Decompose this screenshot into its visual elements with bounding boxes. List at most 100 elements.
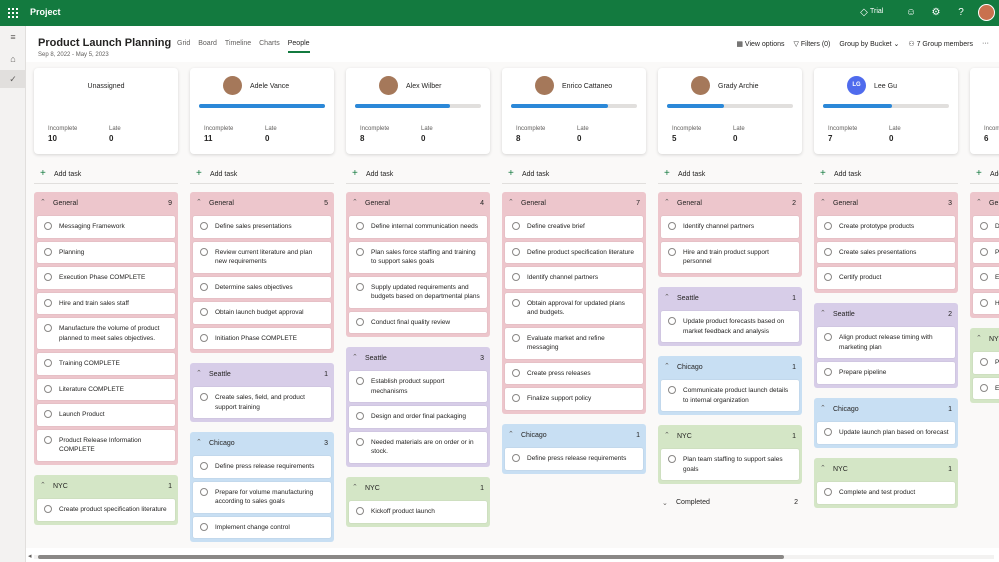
add-task-button[interactable]: + Add task [190, 166, 334, 184]
bucket-header[interactable]: ⌃ NYC 1 [349, 479, 487, 497]
task-checkbox[interactable] [824, 247, 832, 256]
task-card[interactable]: Define creative brief [505, 216, 643, 238]
tab-grid[interactable]: Grid [177, 40, 190, 53]
add-task-button[interactable]: + Add task [346, 166, 490, 184]
bucket-header[interactable]: ⌃ General 5 [193, 194, 331, 212]
task-card[interactable]: Finalize support policy [505, 388, 643, 410]
user-avatar[interactable] [978, 4, 995, 21]
task-checkbox[interactable] [356, 222, 364, 230]
task-card[interactable]: Messaging Framework [37, 216, 175, 238]
task-card[interactable]: Kickoff product launch [349, 501, 487, 523]
task-checkbox[interactable] [44, 505, 52, 513]
task-checkbox[interactable] [200, 393, 208, 401]
task-card[interactable]: Plan sales force staffing and training t… [349, 241, 487, 273]
task-card[interactable]: Identify channel partners [505, 267, 643, 289]
task-checkbox[interactable] [824, 368, 832, 376]
task-card[interactable]: Define press release requirements [193, 456, 331, 478]
chevron-up-icon[interactable]: ⌃ [820, 198, 826, 206]
chevron-up-icon[interactable]: ⌃ [664, 198, 670, 206]
bucket-header[interactable]: ⌃ Seattle 1 [193, 365, 331, 383]
tab-charts[interactable]: Charts [259, 40, 280, 53]
chevron-up-icon[interactable]: ⌃ [976, 198, 982, 206]
task-checkbox[interactable] [44, 273, 52, 281]
chevron-up-icon[interactable]: ⌃ [40, 198, 46, 206]
task-checkbox[interactable] [200, 462, 208, 470]
task-checkbox[interactable] [356, 317, 364, 326]
task-checkbox[interactable] [824, 488, 832, 496]
task-card[interactable]: Define product specification literature [505, 241, 643, 263]
task-card[interactable]: Prepare pipeline [817, 362, 955, 384]
add-task-button[interactable]: + Add task [970, 166, 999, 184]
chevron-up-icon[interactable]: ⌃ [352, 353, 358, 361]
bucket-header[interactable]: ⌃ NYC [973, 330, 999, 348]
task-checkbox[interactable] [512, 333, 520, 342]
task-checkbox[interactable] [200, 522, 208, 531]
filters-button[interactable]: ▽ Filters (0) [794, 40, 831, 48]
task-checkbox[interactable] [512, 368, 520, 377]
bucket-header[interactable]: ⌃ Ge [973, 194, 999, 212]
chevron-up-icon[interactable]: ⌃ [196, 438, 202, 446]
hamburger-icon[interactable]: ≡ [6, 30, 20, 44]
tab-board[interactable]: Board [198, 40, 217, 53]
task-checkbox[interactable] [512, 454, 520, 462]
task-card[interactable]: Define sales presentations [193, 216, 331, 238]
task-card[interactable]: P [973, 241, 999, 263]
task-checkbox[interactable] [512, 222, 520, 230]
bucket-header[interactable]: ⌃ Seattle 1 [661, 289, 799, 307]
task-checkbox[interactable] [200, 308, 208, 316]
task-checkbox[interactable] [980, 358, 988, 366]
task-checkbox[interactable] [44, 298, 52, 307]
smiley-icon[interactable]: ☺ [905, 7, 917, 19]
task-checkbox[interactable] [44, 435, 52, 444]
chevron-down-icon[interactable]: ⌄ [662, 499, 668, 507]
task-checkbox[interactable] [512, 247, 520, 256]
task-checkbox[interactable] [356, 412, 364, 420]
task-checkbox[interactable] [980, 222, 988, 230]
bucket-header[interactable]: ⌃ General 7 [505, 194, 643, 212]
task-card[interactable]: Align product release timing with market… [817, 327, 955, 358]
bucket-header[interactable]: ⌃ Seattle 3 [349, 349, 487, 367]
task-card[interactable]: Establish product support mechanisms [349, 371, 487, 402]
task-card[interactable]: P [973, 352, 999, 374]
task-card[interactable]: Update product forecasts based on market… [661, 311, 799, 342]
help-icon[interactable]: ? [955, 7, 967, 19]
chevron-up-icon[interactable]: ⌃ [352, 483, 358, 491]
task-card[interactable]: Complete and test product [817, 482, 955, 504]
task-card[interactable]: Identify channel partners [661, 216, 799, 238]
chevron-up-icon[interactable]: ⌃ [664, 362, 670, 370]
bucket-header[interactable]: ⌃ Seattle 2 [817, 305, 955, 323]
task-card[interactable]: Plan team staffing to support sales goal… [661, 449, 799, 480]
task-checkbox[interactable] [668, 455, 676, 463]
app-launcher-icon[interactable] [8, 8, 18, 18]
bucket-header[interactable]: ⌃ General 4 [349, 194, 487, 212]
task-checkbox[interactable] [200, 247, 208, 256]
more-icon[interactable]: ··· [982, 40, 989, 48]
task-card[interactable]: Planning [37, 241, 175, 263]
chevron-up-icon[interactable]: ⌃ [664, 431, 670, 439]
task-checkbox[interactable] [356, 507, 364, 515]
chevron-up-icon[interactable]: ⌃ [40, 481, 46, 489]
scroll-thumb[interactable] [38, 555, 784, 559]
task-checkbox[interactable] [44, 384, 52, 393]
task-card[interactable]: Define internal communication needs [349, 216, 487, 238]
task-card[interactable]: Initiation Phase COMPLETE [193, 327, 331, 349]
task-card[interactable]: Determine sales objectives [193, 276, 331, 298]
task-card[interactable]: Create sales, field, and product support… [193, 387, 331, 418]
group-members-button[interactable]: ⚇ 7 Group members [908, 40, 973, 48]
bucket-header[interactable]: ⌃ General 3 [817, 194, 955, 212]
bucket-header[interactable]: ⌃ Chicago 3 [193, 434, 331, 452]
tab-people[interactable]: People [287, 40, 310, 53]
bucket-header[interactable]: ⌃ NYC 1 [661, 427, 799, 445]
task-checkbox[interactable] [200, 222, 208, 230]
task-card[interactable]: Communicate product launch details to in… [661, 380, 799, 411]
task-card[interactable]: Define press release requirements [505, 448, 643, 470]
task-checkbox[interactable] [44, 222, 52, 230]
task-checkbox[interactable] [44, 324, 52, 332]
task-card[interactable]: H [973, 292, 999, 314]
chevron-up-icon[interactable]: ⌃ [664, 293, 670, 301]
task-checkbox[interactable] [824, 222, 832, 230]
task-checkbox[interactable] [980, 247, 988, 256]
task-card[interactable]: Training COMPLETE [37, 353, 175, 375]
task-card[interactable]: E [973, 267, 999, 289]
task-checkbox[interactable] [980, 383, 988, 392]
